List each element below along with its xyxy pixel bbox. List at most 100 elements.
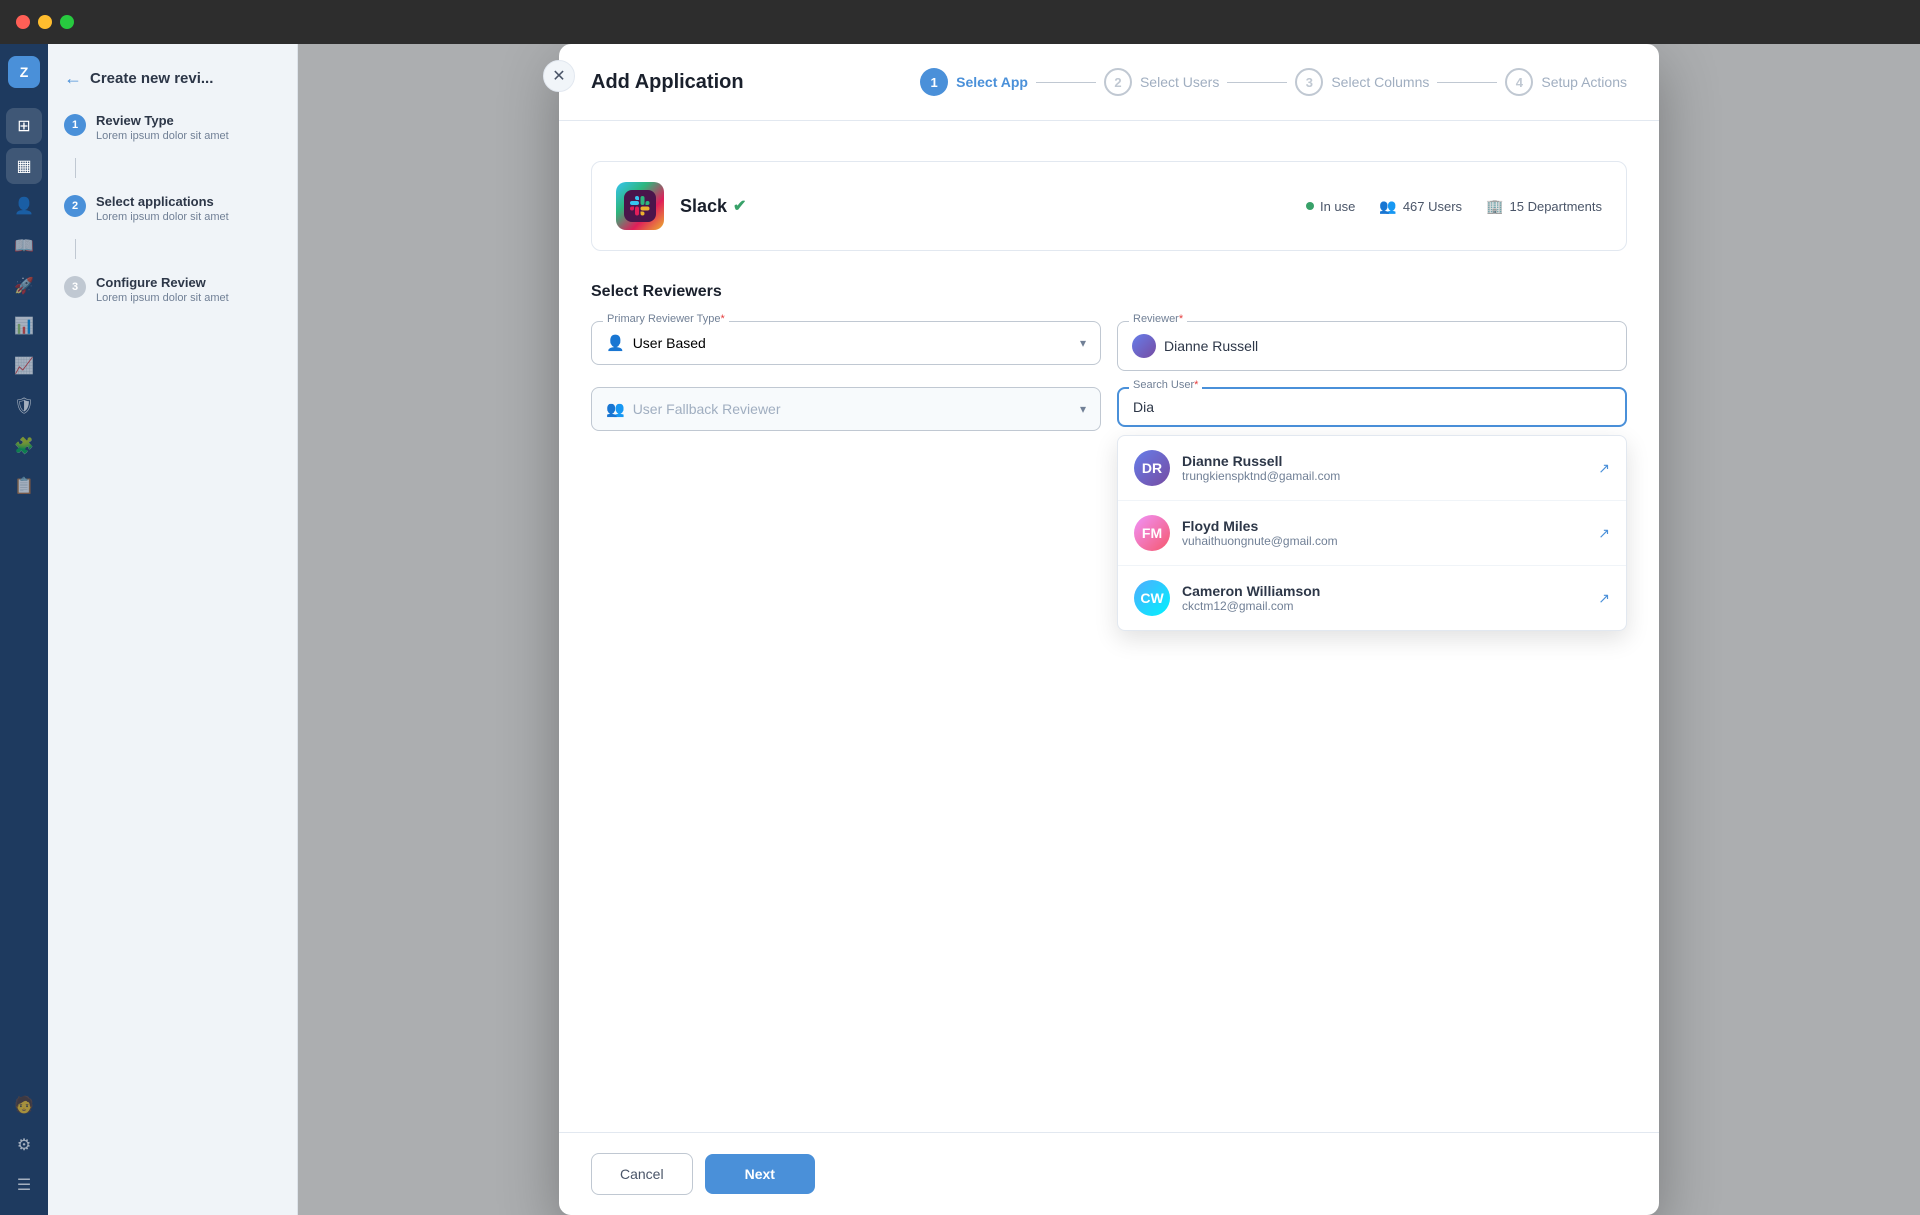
- nav-icon-avatar[interactable]: 🧑: [6, 1087, 42, 1123]
- user-info-0: Dianne Russell trungkienspktnd@gamail.co…: [1182, 453, 1586, 483]
- user-avatar-1: FM: [1134, 515, 1170, 551]
- nav-logo[interactable]: Z: [8, 56, 40, 88]
- next-button[interactable]: Next: [705, 1154, 815, 1194]
- user-info-2: Cameron Williamson ckctm12@gmail.com: [1182, 583, 1586, 613]
- step-label-1: Review Type: [96, 113, 281, 128]
- nav-bottom: 🧑 ⚙ ☰: [6, 1087, 42, 1215]
- stepper-label-3: Select Columns: [1331, 74, 1429, 90]
- dropdown-item-1[interactable]: FM Floyd Miles vuhaithuongnute@gmail.com…: [1118, 501, 1626, 566]
- primary-reviewer-select[interactable]: 👤 User Based ▾: [591, 321, 1101, 365]
- nav-icon-clipboard[interactable]: 📋: [6, 468, 42, 504]
- nav-icon-puzzle[interactable]: 🧩: [6, 428, 42, 464]
- nav-icon-calendar[interactable]: ▦: [6, 148, 42, 184]
- form-row-1: Primary Reviewer Type 👤 User Based ▾ Rev…: [591, 321, 1627, 371]
- reviewer-field[interactable]: Dianne Russell: [1117, 321, 1627, 371]
- fallback-dropdown-arrow-icon: ▾: [1080, 402, 1086, 416]
- main-content: ✕ Add Application 1 Select App: [298, 44, 1920, 1215]
- step-number-3: 3: [64, 276, 86, 298]
- modal-header: Add Application 1 Select App 2 Select Us…: [559, 44, 1659, 121]
- title-bar: [0, 0, 1920, 44]
- search-user-group: Search User DR: [1117, 387, 1627, 431]
- nav-icon-menu[interactable]: ☰: [6, 1167, 42, 1203]
- nav-icon-book[interactable]: 📖: [6, 228, 42, 264]
- external-link-icon-0[interactable]: ↗: [1598, 460, 1610, 477]
- sidebar-step-1: 1 Review Type Lorem ipsum dolor sit amet: [64, 113, 281, 142]
- user-email-2: ckctm12@gmail.com: [1182, 599, 1586, 613]
- app-card: Slack ✔ In use 👥 467 Users: [591, 161, 1627, 251]
- nav-icon-user[interactable]: 👤: [6, 188, 42, 224]
- user-email-0: trungkienspktnd@gamail.com: [1182, 469, 1586, 483]
- stepper-line-3: [1437, 82, 1497, 83]
- traffic-light-red[interactable]: [16, 15, 30, 29]
- stepper-step-3[interactable]: 3 Select Columns: [1295, 68, 1429, 96]
- nav-icon-bar-chart[interactable]: 📈: [6, 348, 42, 384]
- modal-overlay: ✕ Add Application 1 Select App: [298, 44, 1920, 1215]
- user-avatar-0: DR: [1134, 450, 1170, 486]
- external-link-icon-1[interactable]: ↗: [1598, 525, 1610, 542]
- back-button[interactable]: ←: [64, 68, 82, 89]
- reviewer-avatar: [1132, 334, 1156, 358]
- departments-badge: 🏢 15 Departments: [1486, 198, 1602, 215]
- verified-icon: ✔: [733, 196, 746, 216]
- reviewers-section-title: Select Reviewers: [591, 283, 1627, 301]
- app-name-wrapper: Slack ✔: [680, 196, 746, 217]
- modal-close-button[interactable]: ✕: [543, 60, 575, 92]
- slack-icon: [616, 182, 664, 230]
- fallback-reviewer-select[interactable]: 👥 User Fallback Reviewer ▾: [591, 387, 1101, 431]
- search-user-label: Search User: [1129, 379, 1202, 391]
- modal-body: Slack ✔ In use 👥 467 Users: [559, 121, 1659, 1132]
- app-container: Z ⊞ ▦ 👤 📖 🚀 📊 📈 🛡 🧩 📋 🧑 ⚙ ☰ ← Create new…: [0, 44, 1920, 1215]
- form-row-2: 👥 User Fallback Reviewer ▾ Search User: [591, 387, 1627, 431]
- sidebar-header: ← Create new revi...: [64, 68, 281, 89]
- sidebar-step-2: 2 Select applications Lorem ipsum dolor …: [64, 194, 281, 223]
- sidebar-steps: 1 Review Type Lorem ipsum dolor sit amet…: [64, 113, 281, 304]
- users-icon: 👥: [1379, 198, 1396, 215]
- stepper-step-1[interactable]: 1 Select App: [920, 68, 1028, 96]
- dropdown-item-2[interactable]: CW Cameron Williamson ckctm12@gmail.com …: [1118, 566, 1626, 630]
- cancel-button[interactable]: Cancel: [591, 1153, 693, 1195]
- search-user-input[interactable]: [1133, 399, 1611, 415]
- stepper-line-2: [1227, 82, 1287, 83]
- reviewer-value: Dianne Russell: [1164, 338, 1258, 354]
- stepper: 1 Select App 2 Select Users 3: [920, 68, 1627, 96]
- search-user-field[interactable]: [1117, 387, 1627, 427]
- traffic-light-yellow[interactable]: [38, 15, 52, 29]
- step-divider-1: [75, 158, 76, 178]
- step-desc-1: Lorem ipsum dolor sit amet: [96, 130, 281, 142]
- nav-icon-chart[interactable]: 📊: [6, 308, 42, 344]
- app-name: Slack ✔: [680, 196, 746, 217]
- nav-icon-settings[interactable]: ⚙: [6, 1127, 42, 1163]
- stepper-label-4: Setup Actions: [1541, 74, 1627, 90]
- step-content-1: Review Type Lorem ipsum dolor sit amet: [96, 113, 281, 142]
- stepper-label-2: Select Users: [1140, 74, 1219, 90]
- nav-icon-shield[interactable]: 🛡: [6, 388, 42, 424]
- reviewer-label: Reviewer: [1129, 313, 1187, 325]
- primary-reviewer-group: Primary Reviewer Type 👤 User Based ▾: [591, 321, 1101, 371]
- stepper-label-1: Select App: [956, 74, 1028, 90]
- status-badge: In use: [1306, 199, 1355, 214]
- traffic-light-green[interactable]: [60, 15, 74, 29]
- users-badge: 👥 467 Users: [1379, 198, 1462, 215]
- fallback-reviewer-group: 👥 User Fallback Reviewer ▾: [591, 387, 1101, 431]
- step-number-1: 1: [64, 114, 86, 136]
- stepper-circle-2: 2: [1104, 68, 1132, 96]
- user-name-1: Floyd Miles: [1182, 518, 1586, 534]
- nav-sidebar: Z ⊞ ▦ 👤 📖 🚀 📊 📈 🛡 🧩 📋 🧑 ⚙ ☰: [0, 44, 48, 1215]
- stepper-step-4[interactable]: 4 Setup Actions: [1505, 68, 1627, 96]
- modal-footer: Cancel Next: [559, 1132, 1659, 1215]
- stepper-circle-3: 3: [1295, 68, 1323, 96]
- sidebar-step-3: 3 Configure Review Lorem ipsum dolor sit…: [64, 275, 281, 304]
- step-desc-2: Lorem ipsum dolor sit amet: [96, 211, 281, 223]
- departments-icon: 🏢: [1486, 198, 1503, 215]
- external-link-icon-2[interactable]: ↗: [1598, 590, 1610, 607]
- dropdown-item-0[interactable]: DR Dianne Russell trungkienspktnd@gamail…: [1118, 436, 1626, 501]
- primary-reviewer-value: User Based: [633, 335, 1072, 351]
- app-meta: In use 👥 467 Users 🏢 15 Departments: [1306, 198, 1602, 215]
- stepper-step-2[interactable]: 2 Select Users: [1104, 68, 1219, 96]
- user-info-1: Floyd Miles vuhaithuongnute@gmail.com: [1182, 518, 1586, 548]
- nav-icon-rocket[interactable]: 🚀: [6, 268, 42, 304]
- user-name-0: Dianne Russell: [1182, 453, 1586, 469]
- stepper-circle-1: 1: [920, 68, 948, 96]
- nav-icon-grid[interactable]: ⊞: [6, 108, 42, 144]
- stepper-line-1: [1036, 82, 1096, 83]
